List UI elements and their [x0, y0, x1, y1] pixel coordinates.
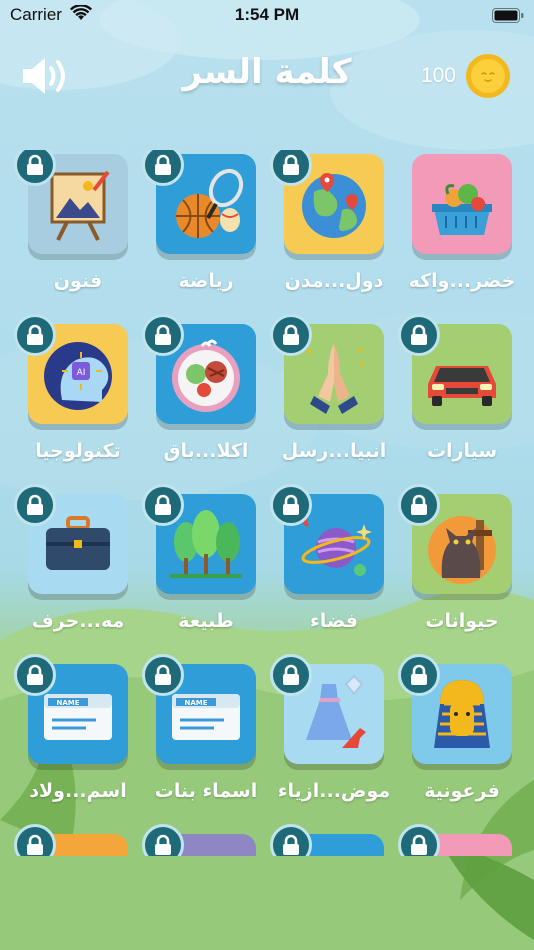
header: كلمة السر 100 [0, 40, 534, 110]
battery-icon [492, 8, 524, 28]
svg-text:NAME: NAME [56, 699, 79, 707]
category-label: فرعونية [424, 780, 500, 802]
category-tile[interactable]: NAME اسماء بنات [142, 654, 270, 820]
category-label: دول...مدن [284, 270, 384, 292]
category-label: انبيا...رسل [281, 440, 387, 462]
category-tile[interactable] [142, 824, 270, 856]
lock-icon [270, 314, 312, 356]
lock-icon [270, 824, 312, 856]
lock-icon [398, 654, 440, 696]
category-tile[interactable]: فضاء [270, 484, 398, 650]
category-tile[interactable]: فرعونية [398, 654, 526, 820]
basket-icon [432, 184, 492, 235]
category-label: اكلا...باق [163, 440, 249, 462]
category-label: فنون [53, 270, 103, 292]
category-label: تكنولوجيا [35, 440, 121, 462]
category-tile[interactable] [398, 824, 526, 856]
category-tile[interactable]: NAME اسم...ولاد [14, 654, 142, 820]
coin-count: 100 [420, 64, 456, 87]
category-label: اسماء بنات [154, 780, 258, 802]
category-image [412, 154, 512, 254]
category-tile[interactable]: رياضة [142, 150, 270, 310]
category-tile[interactable]: AI تكنولوجيا [14, 314, 142, 480]
lock-icon [142, 824, 184, 856]
category-tile[interactable] [14, 824, 142, 856]
category-tile[interactable]: حيوانات [398, 484, 526, 650]
category-label: رياضة [178, 270, 234, 292]
status-bar: Carrier 1:54 PM [0, 0, 534, 32]
svg-text:NAME: NAME [184, 699, 207, 707]
category-tile[interactable]: فنون [14, 150, 142, 310]
category-label: موض...ازياء [277, 780, 391, 802]
lock-icon [142, 654, 184, 696]
category-label: سيارات [426, 440, 498, 462]
category-label: طبيعة [178, 610, 234, 632]
svg-text:AI: AI [77, 368, 86, 378]
lock-icon [14, 654, 56, 696]
coin-icon [466, 54, 510, 98]
category-tile[interactable]: خضر...واكه [398, 150, 526, 310]
clock: 1:54 PM [234, 5, 300, 24]
category-label: حيوانات [425, 610, 499, 632]
lock-icon [270, 484, 312, 526]
category-tile[interactable]: دول...مدن [270, 150, 398, 310]
category-tile[interactable]: موض...ازياء [270, 654, 398, 820]
category-tile[interactable] [270, 824, 398, 856]
category-label: اسم...ولاد [29, 780, 127, 802]
category-label: مه...حرف [31, 610, 125, 632]
category-label: فضاء [309, 610, 358, 632]
lock-icon [270, 654, 312, 696]
category-grid: خضر...واكه دول...مدن رياضة فنون سيارات انبيا.… [0, 150, 534, 856]
lock-icon [398, 824, 440, 856]
lock-icon [142, 314, 184, 356]
coin-balance[interactable]: 100 [421, 52, 512, 100]
lock-icon [398, 484, 440, 526]
category-tile[interactable]: اكلا...باق [142, 314, 270, 480]
lock-icon [398, 314, 440, 356]
category-tile[interactable]: انبيا...رسل [270, 314, 398, 480]
category-tile[interactable]: سيارات [398, 314, 526, 480]
lock-icon [14, 484, 56, 526]
category-tile[interactable]: طبيعة [142, 484, 270, 650]
category-tile[interactable]: مه...حرف [14, 484, 142, 650]
lock-icon [14, 824, 56, 856]
category-label: خضر...واكه [408, 270, 516, 292]
lock-icon [14, 314, 56, 356]
lock-icon [142, 484, 184, 526]
